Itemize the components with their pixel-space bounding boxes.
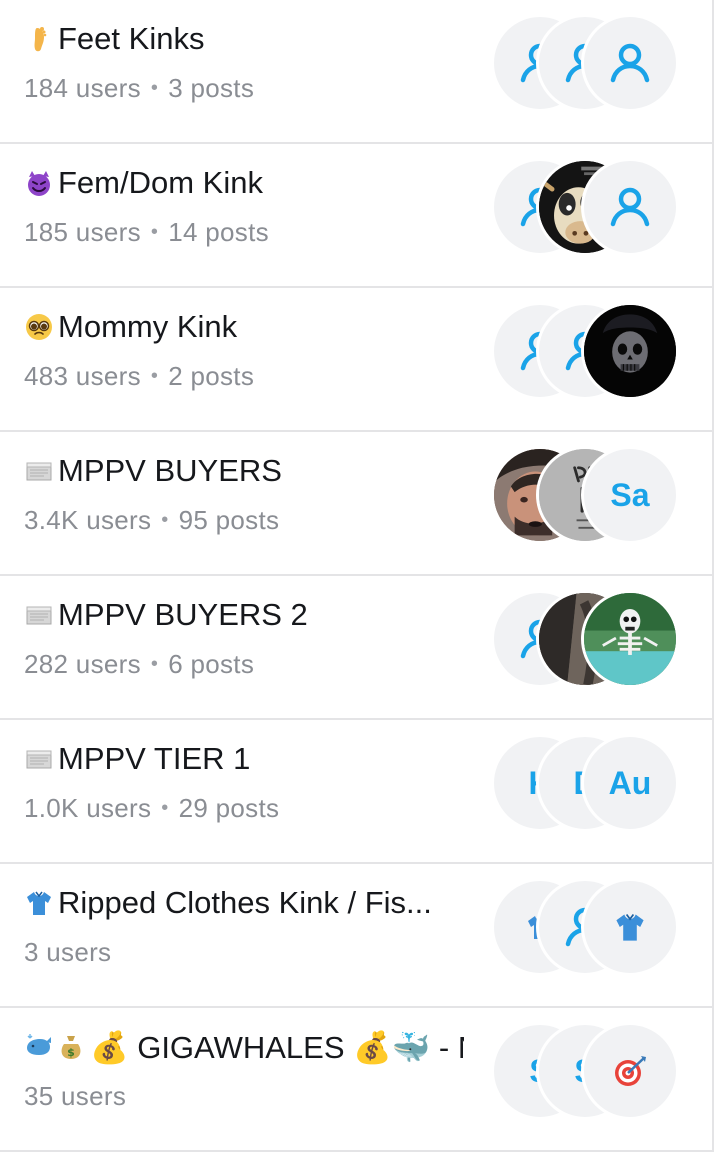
avatar-initials: Au	[608, 764, 652, 801]
group-row-mommy-kink[interactable]: Mommy Kink 483 users • 2 posts	[0, 288, 712, 432]
group-title: Mommy Kink	[24, 306, 464, 348]
group-title-text: Feet Kinks	[58, 21, 205, 56]
group-row-ripped-clothes-kink[interactable]: Ripped Clothes Kink / Fis... 3 users	[0, 864, 712, 1008]
user-count: 1.0K users	[24, 792, 152, 823]
group-title: $ 💰 GIGAWHALES 💰🐳 - N...	[24, 1026, 464, 1068]
member-avatars	[491, 302, 681, 400]
group-title: MPPV BUYERS 2	[24, 594, 464, 636]
member-avatars: Sa	[491, 446, 681, 544]
svg-text:$: $	[67, 1046, 75, 1059]
shirt-icon	[581, 878, 679, 976]
separator-dot: •	[161, 796, 169, 819]
group-title: MPPV BUYERS	[24, 450, 464, 492]
group-row-mppv-buyers-2[interactable]: MPPV BUYERS 2 282 users • 6 posts	[0, 576, 712, 720]
group-title: Ripped Clothes Kink / Fis...	[24, 882, 464, 924]
member-avatars	[491, 158, 681, 256]
separator-dot: •	[150, 652, 159, 675]
group-title-text: MPPV BUYERS	[58, 453, 282, 488]
skeleton-photo-avatar	[581, 590, 679, 688]
group-title-text: Fem/Dom Kink	[58, 165, 263, 200]
post-count: 95 posts	[178, 504, 280, 535]
post-count: 2 posts	[168, 360, 255, 391]
group-title-text: Mommy Kink	[58, 309, 238, 344]
user-count: 483 users	[24, 360, 141, 391]
group-title-text: MPPV TIER 1	[58, 741, 251, 776]
group-title-text: 💰 GIGAWHALES 💰🐳 - N...	[90, 1029, 464, 1065]
skull-photo-avatar	[581, 302, 679, 400]
pleading-face-emoji-icon	[24, 312, 54, 342]
separator-dot: •	[150, 364, 159, 387]
scroll-emoji-icon	[24, 744, 54, 774]
post-count: 3 posts	[168, 72, 255, 103]
group-row-gigawhales[interactable]: $ 💰 GIGAWHALES 💰🐳 - N... 35 users S S	[0, 1008, 712, 1152]
target-icon	[581, 1022, 679, 1120]
group-list: Feet Kinks 184 users • 3 posts Fem/Dom K…	[0, 0, 714, 1152]
post-count: 6 posts	[168, 648, 255, 679]
user-icon	[581, 14, 679, 112]
initials-avatar: Au	[581, 734, 679, 832]
separator-dot: •	[150, 220, 159, 243]
member-avatars	[491, 14, 681, 112]
scroll-emoji-icon	[24, 456, 54, 486]
scroll-emoji-icon	[24, 600, 54, 630]
avatar-initials: Sa	[610, 476, 650, 513]
post-count: 29 posts	[178, 792, 280, 823]
member-avatars	[491, 878, 681, 976]
group-title-text: Ripped Clothes Kink / Fis...	[58, 885, 432, 920]
group-row-feet-kinks[interactable]: Feet Kinks 184 users • 3 posts	[0, 0, 712, 144]
user-count: 185 users	[24, 216, 141, 247]
whale-emoji-icon	[24, 1032, 54, 1062]
group-title-text: MPPV BUYERS 2	[58, 597, 308, 632]
user-count: 3.4K users	[24, 504, 152, 535]
user-count: 282 users	[24, 648, 141, 679]
separator-dot: •	[161, 508, 169, 531]
member-avatars	[491, 590, 681, 688]
group-row-mppv-tier-1[interactable]: MPPV TIER 1 1.0K users • 29 posts K D Au	[0, 720, 712, 864]
member-avatars: K D Au	[491, 734, 681, 832]
member-avatars: S S	[491, 1022, 681, 1120]
user-icon	[581, 158, 679, 256]
shirt-emoji-icon	[24, 888, 54, 918]
group-title: MPPV TIER 1	[24, 738, 464, 780]
moneybag-emoji-icon: $	[56, 1032, 86, 1062]
group-title: Fem/Dom Kink	[24, 162, 464, 204]
user-count: 3 users	[24, 936, 112, 967]
separator-dot: •	[150, 76, 159, 99]
group-row-fem-dom-kink[interactable]: Fem/Dom Kink 185 users • 14 posts	[0, 144, 712, 288]
smiling-devil-emoji-icon	[24, 168, 54, 198]
post-count: 14 posts	[168, 216, 269, 247]
initials-avatar: Sa	[581, 446, 679, 544]
user-count: 35 users	[24, 1080, 127, 1111]
group-title: Feet Kinks	[24, 18, 464, 60]
user-count: 184 users	[24, 72, 141, 103]
foot-emoji-icon	[24, 24, 54, 54]
group-row-mppv-buyers[interactable]: MPPV BUYERS 3.4K users • 95 posts Sa	[0, 432, 712, 576]
